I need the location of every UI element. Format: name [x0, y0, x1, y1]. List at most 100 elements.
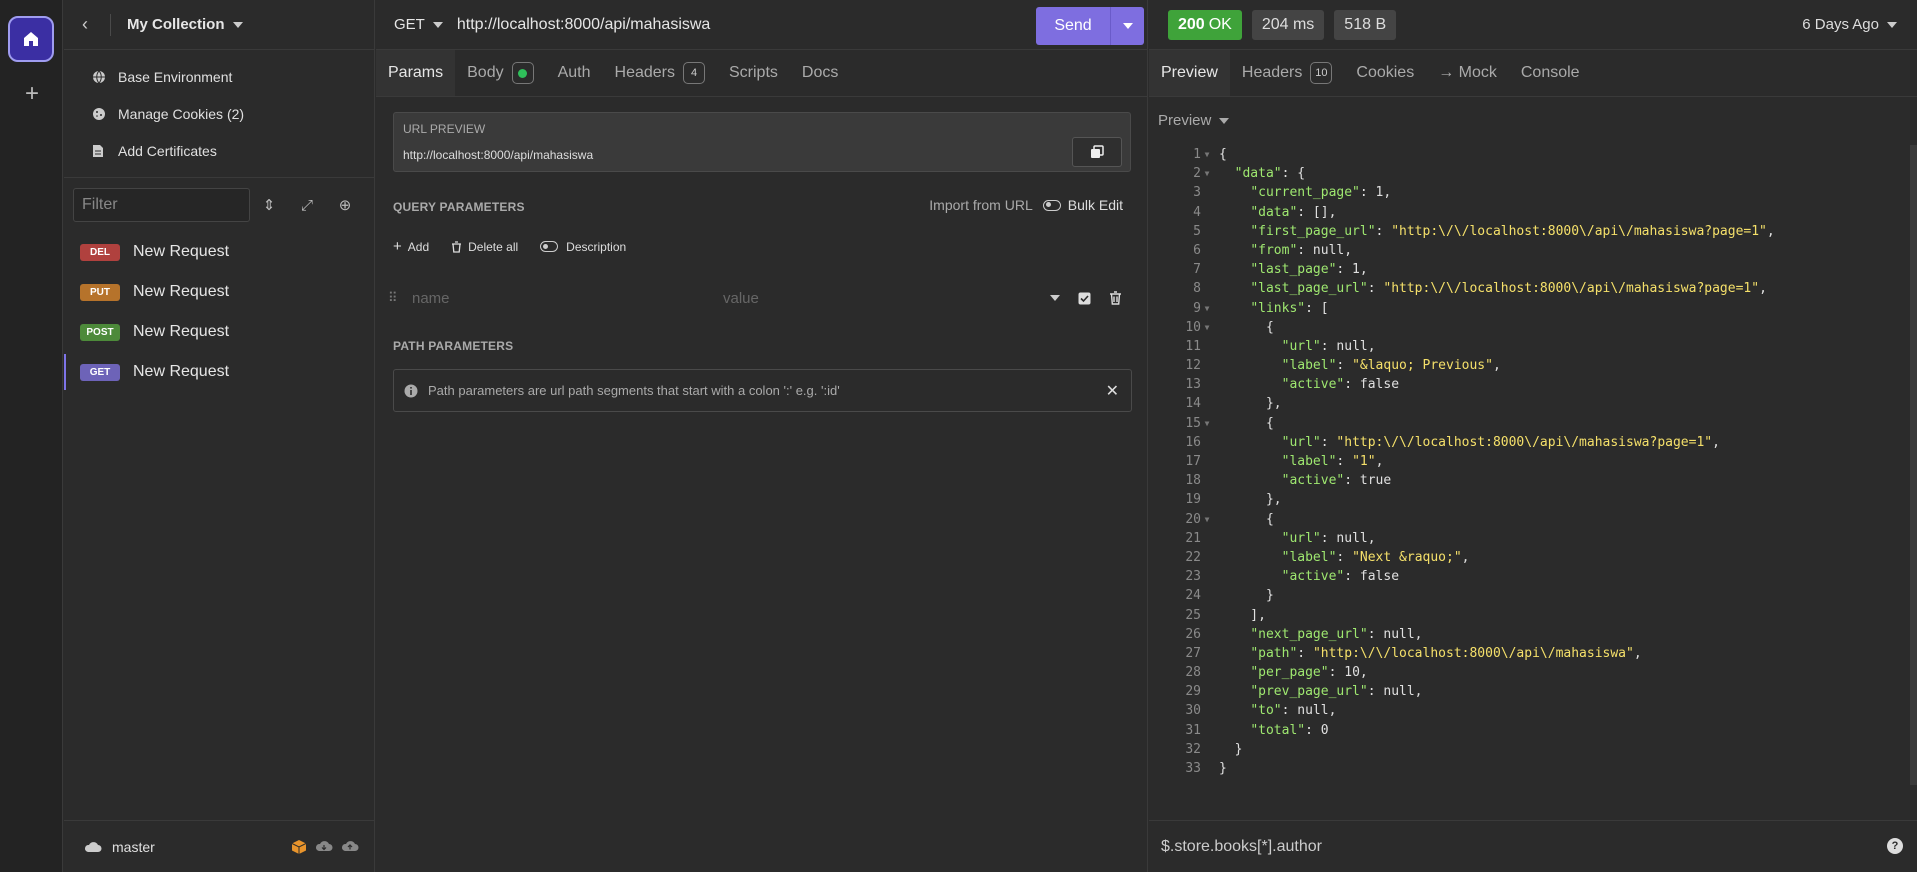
tab-response-headers[interactable]: Headers 10 [1230, 50, 1344, 96]
fold-icon[interactable]: ▼ [1201, 510, 1213, 529]
tab-auth[interactable]: Auth [546, 50, 603, 96]
code-line: 30 "to": null, [1149, 701, 1917, 720]
request-item-put[interactable]: PUT New Request [64, 272, 374, 312]
line-text: "total": 0 [1213, 721, 1328, 740]
tab-label: Body [467, 64, 504, 81]
collection-title[interactable]: My Collection [127, 16, 225, 33]
code-line: 29 "prev_page_url": null, [1149, 682, 1917, 701]
param-name-input[interactable]: name [406, 290, 723, 307]
line-text: "label": "Next &raquo;", [1213, 548, 1470, 567]
code-line: 9 ▼ "links": [ [1149, 299, 1917, 318]
chevron-down-icon[interactable] [232, 21, 243, 28]
home-button[interactable] [8, 16, 54, 62]
fold-icon[interactable]: ▼ [1201, 414, 1213, 433]
add-certificates-item[interactable]: Add Certificates [64, 132, 374, 169]
method-select[interactable]: GET [394, 16, 425, 33]
help-icon[interactable]: ? [1887, 838, 1903, 854]
branch-name[interactable]: master [112, 839, 155, 855]
json-punct: { [1219, 319, 1274, 335]
line-number: 9 [1193, 300, 1201, 316]
trash-icon[interactable] [1109, 291, 1122, 305]
line-text: }, [1213, 394, 1282, 413]
json-key: "active" [1281, 377, 1345, 393]
tab-params[interactable]: Params [376, 50, 456, 96]
json-key: "active" [1281, 569, 1345, 585]
json-punct: : null, [1367, 626, 1423, 642]
chevron-down-icon[interactable] [1050, 295, 1060, 301]
request-item-post[interactable]: POST New Request [64, 312, 374, 352]
add-project-icon[interactable]: + [20, 82, 44, 106]
json-punct: : null, [1367, 684, 1423, 700]
request-item-del[interactable]: DEL New Request [64, 232, 374, 272]
json-punct: : [1336, 358, 1353, 374]
json-punct: { [1219, 147, 1227, 162]
tab-mock[interactable]: → Mock [1426, 50, 1509, 96]
preview-mode-select[interactable]: Preview [1149, 97, 1917, 144]
json-punct [1219, 473, 1282, 488]
json-punct: : [1320, 434, 1337, 450]
description-toggle[interactable]: Description [540, 240, 626, 254]
scrollbar[interactable] [1910, 145, 1917, 785]
tab-docs[interactable]: Docs [790, 50, 850, 96]
send-button[interactable]: Send [1036, 7, 1144, 45]
cloud-upload-icon[interactable] [341, 839, 359, 853]
json-punct: } [1219, 588, 1274, 604]
bulk-edit-toggle[interactable]: Bulk Edit [1042, 197, 1123, 213]
manage-cookies-item[interactable]: Manage Cookies (2) [64, 95, 374, 132]
fold-icon[interactable]: ▼ [1201, 299, 1213, 318]
cookie-icon [92, 107, 118, 121]
expand-icon[interactable]: ⤢ [288, 197, 326, 214]
tab-label: Docs [801, 64, 839, 81]
info-icon [404, 384, 418, 397]
line-number: 20 [1185, 511, 1201, 527]
fold-icon[interactable]: ▼ [1201, 318, 1213, 337]
tab-scripts[interactable]: Scripts [717, 50, 790, 96]
tab-cookies[interactable]: Cookies [1344, 50, 1426, 96]
json-punct: : 10, [1328, 665, 1368, 681]
line-text: "data": { [1213, 164, 1305, 183]
add-param-button[interactable]: + Add [393, 238, 429, 255]
import-from-url-button[interactable]: Import from URL [929, 197, 1032, 213]
checkbox-icon[interactable] [1078, 292, 1091, 305]
drag-handle-icon[interactable]: ⠿ [388, 290, 406, 306]
request-item-get[interactable]: GET New Request [64, 352, 374, 392]
tab-preview[interactable]: Preview [1149, 50, 1230, 96]
json-key: "next_page_url" [1250, 626, 1368, 642]
json-punct: : [ [1305, 300, 1329, 316]
tab-label: Params [388, 64, 444, 81]
send-options-button[interactable] [1111, 23, 1144, 29]
close-icon[interactable]: ✕ [1106, 381, 1119, 401]
json-punct [1219, 205, 1250, 220]
json-string: "&laquo; Previous" [1352, 358, 1493, 374]
tab-console[interactable]: Console [1509, 50, 1592, 96]
response-body-viewer[interactable]: 1 ▼{2 ▼ "data": {3 "current_page": 1, 4 "da… [1149, 145, 1917, 778]
trash-icon [452, 240, 462, 253]
line-number: 30 [1185, 703, 1201, 719]
code-line: 1 ▼ { [1149, 145, 1917, 164]
add-circle-icon[interactable]: ⊕ [326, 196, 364, 214]
tab-headers[interactable]: Headers 4 [603, 50, 717, 96]
json-punct: } [1219, 761, 1227, 776]
sort-icon[interactable]: ⇕ [250, 196, 288, 214]
delete-all-button[interactable]: Delete all [451, 240, 518, 254]
toggle-icon [1042, 199, 1061, 211]
fold-icon[interactable]: ▼ [1201, 164, 1213, 183]
url-input[interactable]: http://localhost:8000/api/mahasiswa [457, 16, 710, 34]
base-environment-item[interactable]: Base Environment [64, 58, 374, 95]
response-filter-input[interactable]: $.store.books[*].author [1161, 838, 1322, 856]
response-history-select[interactable]: 6 Days Ago [1802, 16, 1897, 33]
copy-url-button[interactable] [1072, 137, 1122, 167]
line-text: "url": null, [1213, 337, 1376, 356]
json-punct [1219, 454, 1282, 469]
tab-body[interactable]: Body [455, 50, 545, 96]
filter-input[interactable]: Filter [73, 188, 250, 222]
fold-icon[interactable]: ▼ [1201, 145, 1213, 164]
param-value-input[interactable]: value [723, 290, 1050, 307]
package-icon[interactable] [291, 839, 307, 855]
chevron-down-icon[interactable] [432, 21, 443, 28]
back-icon[interactable]: ‹ [82, 14, 102, 35]
cloud-download-icon[interactable] [315, 839, 333, 853]
